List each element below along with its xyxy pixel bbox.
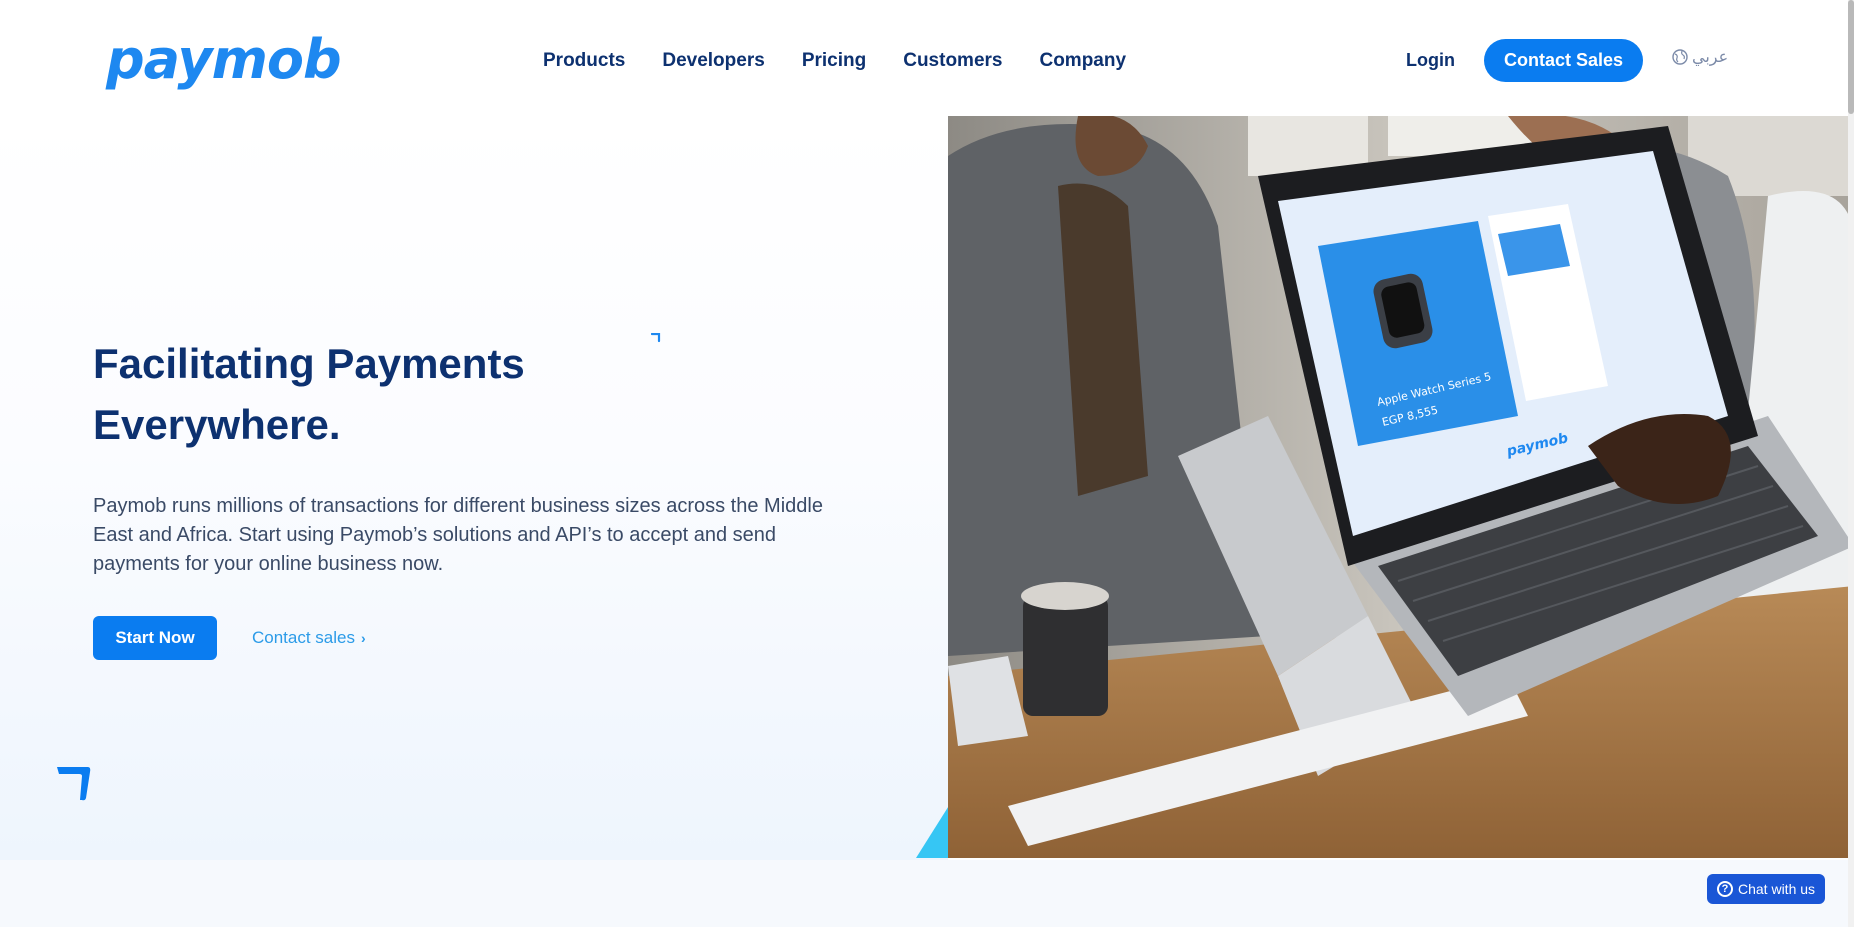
triangle-accent (916, 804, 950, 858)
corner-accent-large-icon (57, 767, 91, 801)
page-scrollbar-thumb[interactable] (1848, 0, 1854, 114)
chevron-right-icon: › (361, 630, 366, 646)
nav-customers[interactable]: Customers (903, 48, 1002, 74)
language-switch[interactable]: عربي (1672, 47, 1728, 67)
contact-sales-link-label: Contact sales (252, 628, 355, 647)
start-now-button[interactable]: Start Now (93, 616, 217, 660)
main-nav: Products Developers Pricing Customers Co… (543, 48, 1163, 74)
page-scrollbar[interactable] (1848, 0, 1854, 927)
nav-products[interactable]: Products (543, 48, 625, 74)
laptop-meeting-illustration: Apple Watch Series 5 EGP 8,555 paymob (948, 116, 1854, 858)
globe-icon (1672, 49, 1688, 65)
hero-background (0, 116, 948, 860)
question-circle-icon: ? (1717, 881, 1733, 897)
contact-sales-button[interactable]: Contact Sales (1484, 39, 1643, 82)
nav-developers[interactable]: Developers (662, 48, 764, 74)
hero-photo: Apple Watch Series 5 EGP 8,555 paymob (948, 116, 1854, 858)
site-header: paymob Products Developers Pricing Custo… (0, 0, 1854, 116)
language-label: عربي (1692, 49, 1729, 66)
contact-sales-link[interactable]: Contact sales › (252, 627, 366, 649)
hero-title-line2: Everywhere. (93, 401, 341, 448)
nav-company[interactable]: Company (1039, 48, 1126, 74)
login-link[interactable]: Login (1406, 48, 1455, 72)
hero-description: Paymob runs millions of transactions for… (93, 495, 823, 575)
chat-with-us-button[interactable]: ? Chat with us (1707, 874, 1825, 904)
chat-label: Chat with us (1738, 881, 1816, 897)
nav-pricing[interactable]: Pricing (802, 48, 866, 74)
next-section-band (0, 860, 1848, 927)
paymob-logo[interactable]: paymob (106, 30, 342, 90)
hero-title-line1: Facilitating Payments (93, 340, 525, 387)
hero-title: Facilitating Payments Everywhere. (93, 333, 733, 455)
